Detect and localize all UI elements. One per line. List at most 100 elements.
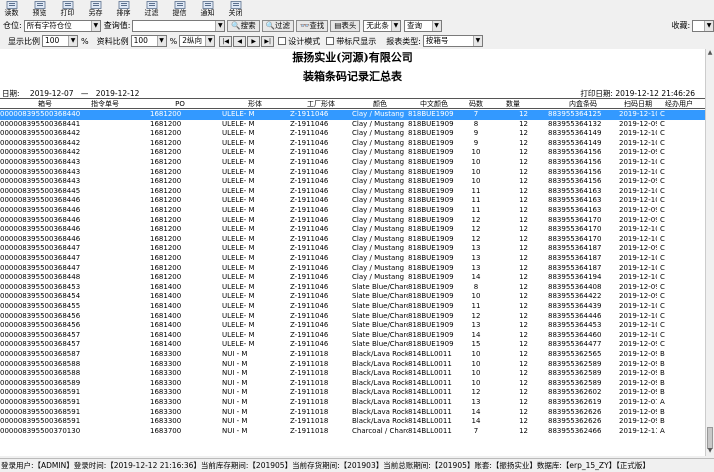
table-row[interactable]: 00000839550036844257 1681200 ULELE- M Z-191…	[0, 139, 705, 149]
table-row[interactable]: 00000839550036845650 1681400 ULELE- M Z-191…	[0, 312, 705, 322]
table-cell: 883955362619	[548, 398, 602, 406]
last-page-button[interactable]: ▶|	[261, 35, 275, 47]
table-cell: 00000839550036845339	[0, 282, 80, 291]
toolbar-button-save-as[interactable]: 另存	[84, 0, 107, 17]
table-header-button[interactable]: ▤表头	[330, 19, 361, 32]
toolbar-button-preview[interactable]: 预览	[28, 0, 51, 17]
column-header[interactable]: 数量	[498, 99, 528, 109]
search-button[interactable]: 🔍搜索	[227, 19, 260, 32]
table-row[interactable]: 00000839550036845582 1681400 ULELE- M Z-191…	[0, 302, 705, 312]
scroll-up-icon[interactable]: ▲	[706, 49, 714, 57]
table-row[interactable]: 00000839550036858902 1683300 NUI - M Z-1911…	[0, 379, 705, 389]
condition-select[interactable]: 无此条 ▼	[363, 19, 401, 32]
report-type-select[interactable]: 按箱号 ▼	[422, 35, 483, 47]
table-row[interactable]: 00000839550036844325 1681200 ULELE- M Z-191…	[0, 177, 705, 187]
toolbar-button-message[interactable]: 提信	[168, 0, 191, 17]
table-cell: 1681400	[150, 292, 182, 301]
filter-button[interactable]: 🔍过滤	[261, 19, 294, 32]
table-row[interactable]: 00000839550036859176 1683300 NUI - M Z-1911…	[0, 417, 705, 427]
table-cell: 12	[519, 215, 528, 224]
table-row[interactable]: 00000839550036858728 1683300 NUI - M Z-1911…	[0, 350, 705, 360]
column-header[interactable]: 码数	[462, 99, 490, 109]
toolbar-button-sort[interactable]: 排序	[112, 0, 135, 17]
collect-select[interactable]: ▼	[692, 19, 714, 32]
table-cell: 818BUE1909	[408, 138, 454, 147]
table-row[interactable]: 00000839550036845490 1681400 ULELE- M Z-191…	[0, 292, 705, 302]
column-header[interactable]: 形体	[222, 99, 288, 109]
column-header[interactable]: 指令单号	[80, 99, 130, 109]
search-button-label: 搜索	[240, 20, 256, 30]
table-row[interactable]: 00000839550036844608 1681200 ULELE- M Z-191…	[0, 196, 705, 206]
column-header[interactable]: PO	[150, 99, 210, 109]
table-row[interactable]: 0000083955003684406 1681200 ULELE- M Z-1911…	[0, 110, 705, 120]
table-row[interactable]: 00000839550036844134 1681200 ULELE- M Z-191…	[0, 120, 705, 130]
column-header[interactable]: 扫码日期	[619, 99, 657, 109]
table-row[interactable]: 00000839550036858889 1683300 NUI - M Z-1911…	[0, 360, 705, 370]
toolbar-button-print[interactable]: 打印	[56, 0, 79, 17]
table-row[interactable]: 00000839550036845339 1681400 ULELE- M Z-191…	[0, 283, 705, 293]
column-header[interactable]: 内盒条码	[548, 99, 618, 109]
binoculars-icon: 👓	[299, 20, 310, 30]
table-cell: 12	[519, 302, 528, 310]
prev-page-button[interactable]: ◀	[233, 35, 247, 47]
field-select[interactable]: 查询 ▼	[403, 19, 442, 32]
toolbar-button-read[interactable]: 读数	[0, 0, 23, 17]
table-row[interactable]: 00000839550036858896 1683300 NUI - M Z-1911…	[0, 369, 705, 379]
table-row[interactable]: 00000839550036844783 1681200 ULELE- M Z-191…	[0, 254, 705, 264]
table-cell: 818BUE1909	[408, 234, 454, 243]
find-button[interactable]: 👓查找	[295, 19, 329, 32]
scrollbar-thumb[interactable]	[707, 427, 713, 449]
location-select[interactable]: 所有字符仓位 ▼	[23, 19, 101, 32]
table-row[interactable]: 00000839550036844301 1681200 ULELE- M Z-191…	[0, 158, 705, 168]
orientation-select[interactable]: 2纵向 ▼	[179, 35, 216, 47]
table-row[interactable]: 00000839550036859169 1683300 NUI - M Z-1911…	[0, 408, 705, 418]
table-row[interactable]: 00000839550036844295 1681200 ULELE- M Z-191…	[0, 148, 705, 158]
column-header[interactable]: 颜色	[352, 99, 408, 109]
table-row[interactable]: 00000839550036844875 1681200 ULELE- M Z-191…	[0, 273, 705, 283]
table-cell: 00000839550036845650	[0, 311, 80, 320]
table-row[interactable]: 00000839550036844592 1681200 ULELE- M Z-191…	[0, 187, 705, 197]
toolbar-button-notify[interactable]: 通知	[196, 0, 219, 17]
table-row[interactable]: 00000839550036844677 1681200 ULELE- M Z-191…	[0, 235, 705, 245]
column-header[interactable]: 经办用户	[660, 99, 698, 109]
table-cell: 12	[519, 282, 528, 291]
table-row[interactable]: 00000839550036844776 1681200 ULELE- M Z-191…	[0, 244, 705, 254]
table-row[interactable]: 00000839550036844790 1681200 ULELE- M Z-191…	[0, 264, 705, 274]
table-cell: 12	[519, 263, 528, 272]
table-cell: Clay / Mustang	[352, 263, 405, 272]
table-row[interactable]: 00000839550036859114 1683300 NUI - M Z-1911…	[0, 388, 705, 398]
ruler-checkbox[interactable]	[326, 37, 335, 45]
location-label: 仓位:	[3, 21, 22, 30]
query-input[interactable]: ▼	[132, 19, 226, 32]
first-page-button[interactable]: |◀	[219, 35, 233, 47]
table-cell: C	[660, 138, 665, 147]
table-cell: Slate Blue/Charco	[352, 321, 408, 330]
toolbar-button-close[interactable]: 关闭	[224, 0, 247, 17]
toolbar-button-filter[interactable]: 过滤	[140, 0, 163, 17]
table-row[interactable]: 00000839550036844318 1681200 ULELE- M Z-191…	[0, 168, 705, 178]
data-ratio-select[interactable]: 100 ▼	[130, 35, 167, 47]
table-row[interactable]: 00000839550036844240 1681200 ULELE- M Z-191…	[0, 129, 705, 139]
table-row[interactable]: 00000839550036844653 1681200 ULELE- M Z-191…	[0, 216, 705, 226]
display-ratio-select[interactable]: 100 ▼	[42, 35, 78, 47]
vertical-scrollbar[interactable]: ▲ ▼	[705, 49, 714, 456]
scroll-down-icon[interactable]: ▼	[706, 447, 714, 455]
table-row[interactable]: 00000839550036845698 1681400 ULELE- M Z-191…	[0, 321, 705, 331]
table-row[interactable]: 00000839550036844660 1681200 ULELE- M Z-191…	[0, 225, 705, 235]
table-cell: ULELE- M	[222, 340, 255, 349]
table-row[interactable]: 00000839550036844615 1681200 ULELE- M Z-191…	[0, 206, 705, 216]
design-mode-checkbox[interactable]	[278, 37, 287, 45]
ruler-label: 带标尺显示	[336, 36, 377, 46]
column-header[interactable]: 箱号	[0, 99, 90, 109]
table-row[interactable]: 00000839550037013027 1683700 NUI - M Z-1911…	[0, 427, 705, 437]
main-toolbar: 读数 预览 打印 另存 排序 过滤 提信 通知 关闭	[0, 0, 714, 17]
table-row[interactable]: 00000839550036845728 1681400 ULELE- M Z-191…	[0, 340, 705, 350]
table-cell: Z-1911046	[290, 282, 329, 291]
table-cell: 2019-12-10	[619, 158, 657, 166]
table-row[interactable]: 00000839550036845711 1681400 ULELE- M Z-191…	[0, 331, 705, 341]
column-header[interactable]: 中文颜色	[408, 99, 460, 109]
next-page-button[interactable]: ▶	[247, 35, 261, 47]
table-row[interactable]: 00000839550036859152 1683300 NUI - M Z-1911…	[0, 398, 705, 408]
table-cell: Z-1911018	[290, 426, 329, 435]
column-header[interactable]: 工厂形体	[290, 99, 352, 109]
